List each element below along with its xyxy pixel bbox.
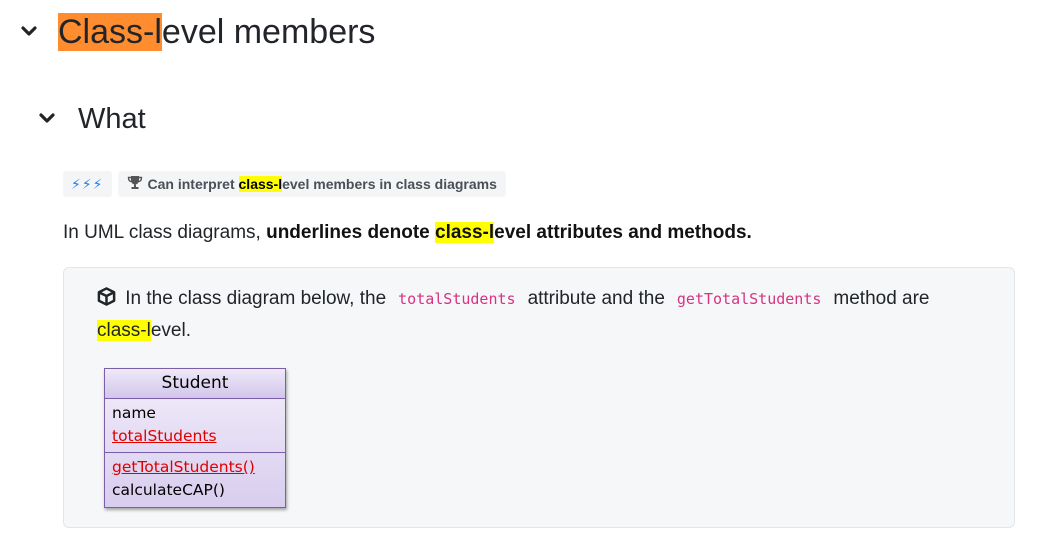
- section-title-rest: evel members: [161, 13, 376, 51]
- intro-bold: underlines denote class-level attributes…: [266, 222, 752, 243]
- uml-attribute-static: totalStudents: [112, 427, 217, 445]
- uml-class-box: Student name totalStudents getTotalStude…: [104, 368, 286, 508]
- example-text: In the class diagram below, the totalStud…: [97, 286, 930, 341]
- intro-paragraph: In UML class diagrams, underlines denote…: [63, 222, 752, 243]
- subsection-header: What: [36, 98, 146, 140]
- search-highlight: class-l: [238, 176, 283, 192]
- uml-method: calculateCAP(): [112, 481, 225, 499]
- inline-code: totalStudents: [398, 290, 516, 308]
- uml-attribute: name: [112, 404, 156, 422]
- learning-outcome: ⚡⚡⚡ Can interpret class-level members in…: [63, 171, 506, 197]
- search-highlight: class-l: [435, 222, 495, 243]
- chevron-down-icon[interactable]: [36, 108, 58, 130]
- example-box: In the class diagram below, the totalStud…: [63, 267, 1015, 528]
- cube-icon: [97, 286, 116, 316]
- uml-class-name: Student: [105, 369, 285, 399]
- search-highlight: class-l: [97, 320, 151, 341]
- uml-method-static: getTotalStudents(): [112, 458, 255, 476]
- difficulty-badge: ⚡⚡⚡: [63, 171, 112, 197]
- page: Class-level members What ⚡⚡⚡ Can interpr…: [0, 0, 1046, 560]
- section-header: Class-level members: [18, 8, 375, 56]
- subsection-title: What: [78, 103, 146, 135]
- outcome-badge: Can interpret class-level members in cla…: [117, 171, 506, 197]
- chevron-down-icon[interactable]: [18, 21, 40, 43]
- section-title: Class-level members: [58, 8, 375, 56]
- trophy-icon: [127, 175, 143, 193]
- inline-code: getTotalStudents: [676, 290, 822, 308]
- uml-attributes: name totalStudents: [105, 399, 285, 453]
- uml-methods: getTotalStudents() calculateCAP(): [105, 453, 285, 507]
- search-highlight: Class-l: [58, 13, 162, 51]
- outcome-text: Can interpret class-level members in cla…: [147, 176, 497, 192]
